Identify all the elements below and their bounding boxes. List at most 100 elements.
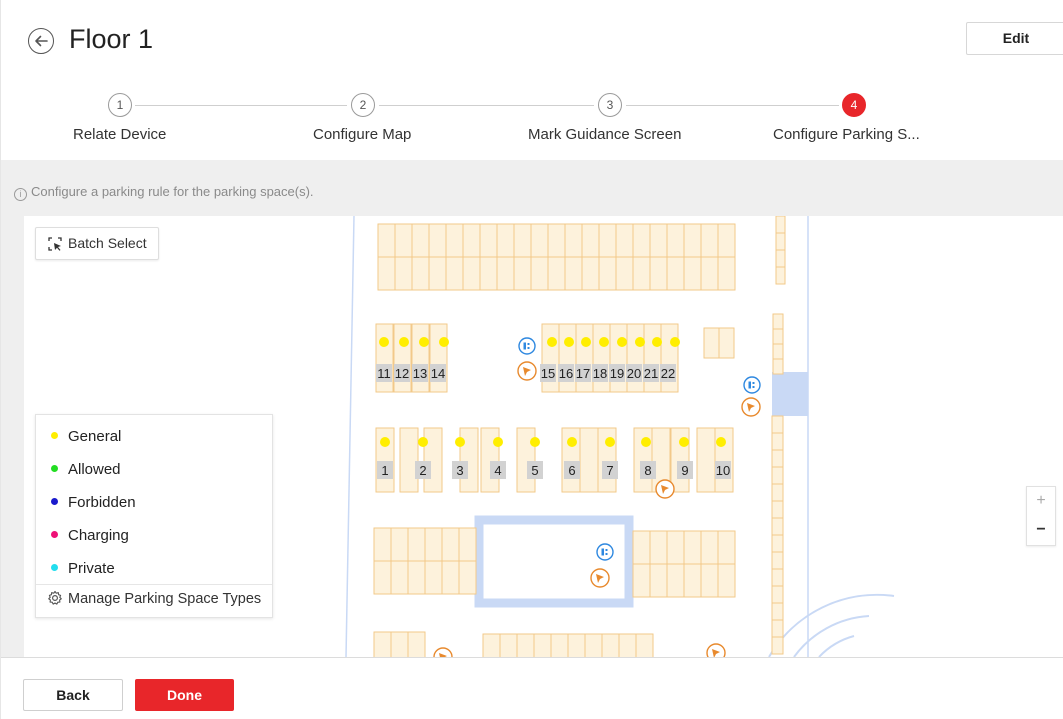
back-button[interactable]: Back: [23, 679, 123, 711]
parking-space[interactable]: [407, 631, 426, 657]
step-1-label[interactable]: Relate Device: [73, 126, 166, 143]
parking-space[interactable]: [441, 527, 460, 562]
parking-space[interactable]: [683, 530, 702, 565]
parking-space[interactable]: [771, 517, 784, 536]
parking-space[interactable]: [533, 633, 552, 657]
parking-space[interactable]: [547, 256, 566, 291]
parking-space[interactable]: [772, 343, 784, 360]
parking-space[interactable]: [717, 530, 736, 565]
step-3-label[interactable]: Mark Guidance Screen: [528, 126, 681, 143]
parking-space[interactable]: [771, 415, 784, 434]
parking-space[interactable]: [424, 560, 443, 595]
guidance-screen-icon[interactable]: [743, 376, 761, 394]
parking-space[interactable]: [649, 256, 668, 291]
step-4-label[interactable]: Configure Parking S...: [773, 126, 920, 143]
parking-space[interactable]: [390, 560, 409, 595]
parking-space[interactable]: [635, 633, 654, 657]
parking-space[interactable]: [496, 256, 515, 291]
guidance-screen-icon[interactable]: [518, 337, 536, 355]
parking-space[interactable]: [771, 449, 784, 468]
parking-space[interactable]: [424, 527, 443, 562]
parking-space[interactable]: [633, 427, 653, 493]
step-1-number[interactable]: 1: [108, 93, 132, 117]
parking-space[interactable]: [700, 563, 719, 598]
parking-space[interactable]: [564, 256, 583, 291]
parking-space[interactable]: [550, 633, 569, 657]
parking-space[interactable]: [394, 256, 413, 291]
batch-select-button[interactable]: Batch Select: [35, 227, 159, 260]
parking-space[interactable]: [771, 483, 784, 502]
done-button[interactable]: Done: [135, 679, 234, 711]
parking-space[interactable]: [700, 223, 719, 258]
parking-space[interactable]: [666, 223, 685, 258]
parking-space[interactable]: [771, 568, 784, 587]
parking-space[interactable]: [649, 223, 668, 258]
parking-space[interactable]: [564, 223, 583, 258]
parking-space[interactable]: [771, 432, 784, 451]
parking-space[interactable]: [597, 427, 617, 493]
parking-space[interactable]: [407, 527, 426, 562]
legend-item-general[interactable]: General: [51, 427, 121, 447]
parking-space[interactable]: [513, 223, 532, 258]
parking-space[interactable]: [428, 256, 447, 291]
guidance-screen-icon[interactable]: [596, 543, 614, 561]
parking-space[interactable]: [579, 427, 599, 493]
legend-item-charging[interactable]: Charging: [51, 526, 129, 546]
parking-space[interactable]: [772, 358, 784, 375]
parking-space[interactable]: [717, 563, 736, 598]
parking-space[interactable]: [462, 223, 481, 258]
parking-space[interactable]: [700, 530, 719, 565]
step-3-number[interactable]: 3: [598, 93, 622, 117]
parking-space[interactable]: [775, 216, 786, 234]
parking-space[interactable]: [407, 560, 426, 595]
parking-space[interactable]: [666, 256, 685, 291]
parking-space[interactable]: [516, 427, 536, 493]
manage-parking-space-types-link[interactable]: Manage Parking Space Types: [47, 590, 261, 610]
zoom-in-button[interactable]: +: [1027, 487, 1055, 516]
parking-space[interactable]: [771, 466, 784, 485]
parking-space[interactable]: [411, 223, 430, 258]
parking-space[interactable]: [441, 560, 460, 595]
parking-space[interactable]: [411, 256, 430, 291]
parking-space[interactable]: [373, 560, 392, 595]
parking-space[interactable]: [775, 266, 786, 285]
parking-space[interactable]: [390, 631, 409, 657]
parking-space[interactable]: [775, 249, 786, 268]
parking-space[interactable]: [459, 427, 479, 493]
parking-space[interactable]: [428, 223, 447, 258]
parking-space[interactable]: [499, 633, 518, 657]
back-arrow-icon[interactable]: [28, 28, 54, 54]
parking-space[interactable]: [479, 256, 498, 291]
parking-space[interactable]: [423, 427, 443, 493]
parking-space[interactable]: [696, 427, 716, 493]
parking-space[interactable]: [581, 223, 600, 258]
parking-space[interactable]: [632, 256, 651, 291]
parking-space[interactable]: [458, 527, 477, 562]
parking-space[interactable]: [771, 500, 784, 519]
parking-space[interactable]: [377, 256, 396, 291]
parking-space[interactable]: [683, 256, 702, 291]
parking-space[interactable]: [377, 223, 396, 258]
parking-space[interactable]: [482, 633, 501, 657]
step-2-number[interactable]: 2: [351, 93, 375, 117]
parking-space[interactable]: [771, 602, 784, 621]
parking-space[interactable]: [601, 633, 620, 657]
parking-space[interactable]: [390, 527, 409, 562]
legend-item-private[interactable]: Private: [51, 559, 115, 579]
parking-space[interactable]: [772, 313, 784, 330]
step-2-label[interactable]: Configure Map: [313, 126, 411, 143]
parking-space[interactable]: [714, 427, 734, 493]
legend-item-allowed[interactable]: Allowed: [51, 460, 121, 480]
parking-space[interactable]: [445, 223, 464, 258]
parking-space[interactable]: [666, 563, 685, 598]
parking-space[interactable]: [394, 223, 413, 258]
parking-space[interactable]: [584, 633, 603, 657]
parking-space[interactable]: [479, 223, 498, 258]
parking-space[interactable]: [581, 256, 600, 291]
parking-space[interactable]: [530, 256, 549, 291]
parking-space[interactable]: [373, 631, 392, 657]
parking-space[interactable]: [683, 563, 702, 598]
parking-map[interactable]: 11 12 13 14 15 16 17 18 19 20 21 22 1 2 3 4 5 6 7 8 9 10 Batc…: [24, 216, 1063, 657]
parking-space[interactable]: [513, 256, 532, 291]
parking-space[interactable]: [718, 327, 735, 359]
